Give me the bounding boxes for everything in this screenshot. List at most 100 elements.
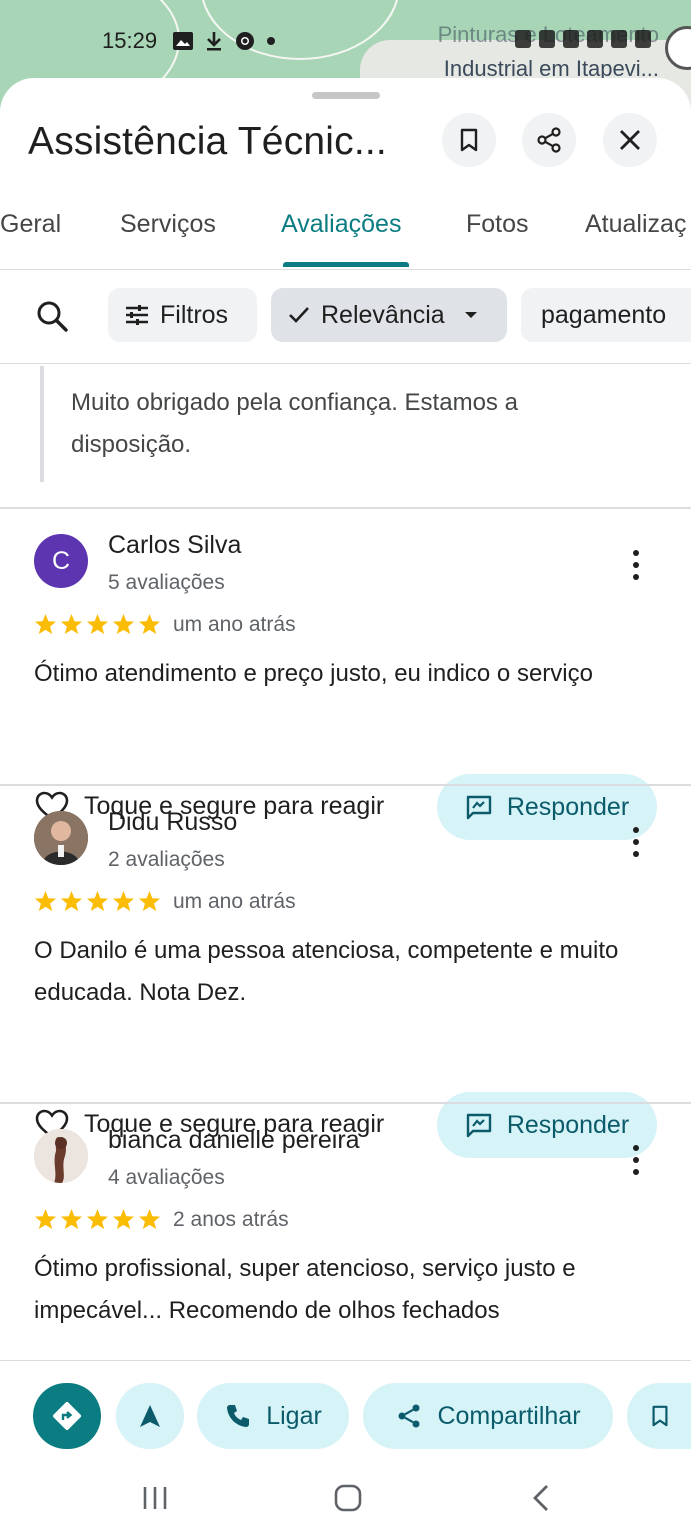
directions-icon: [52, 1401, 82, 1431]
system-status-icons: [515, 30, 651, 48]
sheet-drag-handle[interactable]: [312, 92, 380, 99]
dot-icon: [267, 37, 275, 45]
reviewer-name[interactable]: bianca danielle pereira: [108, 1126, 360, 1155]
bookmark-icon: [652, 1405, 668, 1427]
close-button[interactable]: [603, 113, 657, 167]
share-icon: [537, 127, 561, 153]
directions-button[interactable]: [33, 1383, 101, 1449]
star-icon: [86, 890, 109, 912]
signal-icon: [611, 30, 627, 48]
battery-icon: [635, 30, 651, 48]
image-icon: [173, 32, 193, 50]
more-options-icon[interactable]: [622, 547, 650, 583]
payment-chip-label: pagamento: [541, 300, 667, 329]
review-date: um ano atrás: [173, 890, 296, 913]
review-filter-bar: Filtros Relevância pagamento: [0, 270, 691, 364]
owner-reply-text: Muito obrigado pela confiança. Estamos a…: [71, 389, 518, 458]
star-icon: [86, 613, 109, 635]
star-icon: [112, 890, 135, 912]
tune-icon: [126, 305, 148, 325]
place-sheet: Assistência Técnic... Geral Serviços Ava…: [0, 78, 691, 1536]
active-tab-indicator: [283, 262, 409, 267]
star-icon: [60, 890, 83, 912]
avatar-letter: C: [51, 546, 71, 575]
share-place-button[interactable]: Compartilhar: [363, 1383, 613, 1449]
reviewer-review-count: 2 avaliações: [108, 848, 225, 871]
owner-reply-bar: [40, 366, 44, 482]
reviewer-review-count: 5 avaliações: [108, 571, 225, 594]
review-date: 2 anos atrás: [173, 1208, 289, 1231]
phone-icon: [227, 1405, 250, 1427]
status-time: 15:29: [102, 28, 158, 53]
close-icon: [620, 130, 640, 150]
share-button[interactable]: [522, 113, 576, 167]
call-label: Ligar: [266, 1401, 322, 1430]
search-icon: [37, 301, 68, 332]
share-icon: [398, 1404, 420, 1428]
place-title: Assistência Técnic...: [28, 120, 387, 163]
back-icon[interactable]: [530, 1483, 552, 1513]
status-notification-icons: [172, 30, 276, 52]
system-nav-bar: [0, 1470, 691, 1536]
bookmark-icon: [460, 128, 478, 152]
star-icon: [60, 613, 83, 635]
reviewer-name[interactable]: Carlos Silva: [108, 531, 241, 560]
start-navigation-button[interactable]: [116, 1383, 184, 1449]
tab-geral[interactable]: Geral: [0, 210, 61, 239]
star-icon: [138, 890, 161, 912]
chrome-icon: [236, 32, 254, 50]
share-label: Compartilhar: [437, 1401, 581, 1430]
review-card: Didu Russo 2 avaliações um ano atrás O D…: [0, 784, 691, 1158]
star-rating: [34, 613, 161, 635]
tab-avaliacoes[interactable]: Avaliações: [281, 210, 401, 239]
tab-atualizacoes[interactable]: Atualizaç: [585, 210, 686, 239]
alarm-icon: [515, 30, 531, 48]
reviewer-name[interactable]: Didu Russo: [108, 808, 237, 837]
avatar[interactable]: [34, 1129, 88, 1183]
star-icon: [34, 1208, 57, 1230]
avatar-photo: [34, 1129, 88, 1183]
save-button[interactable]: [442, 113, 496, 167]
dropdown-arrow-icon: [464, 312, 477, 318]
review-card: bianca danielle pereira 4 avaliações 2 a…: [0, 1102, 691, 1402]
navigate-icon: [140, 1405, 160, 1427]
avatar[interactable]: C: [34, 534, 88, 588]
review-text[interactable]: Ótimo atendimento e preço justo, eu indi…: [34, 653, 664, 695]
star-rating: [34, 890, 161, 912]
more-options-icon[interactable]: [622, 1142, 650, 1178]
more-options-icon[interactable]: [622, 824, 650, 860]
star-icon: [112, 1208, 135, 1230]
recent-apps-icon[interactable]: [141, 1484, 169, 1512]
review-text[interactable]: Ótimo profissional, super atencioso, ser…: [34, 1248, 654, 1332]
star-icon: [138, 1208, 161, 1230]
tab-bar: Geral Serviços Avaliações Fotos Atualiza…: [0, 198, 691, 270]
avatar-photo: [34, 811, 88, 865]
filters-chip[interactable]: Filtros: [108, 288, 257, 342]
tab-fotos[interactable]: Fotos: [466, 210, 529, 239]
payment-topic-chip[interactable]: pagamento: [521, 288, 691, 342]
tab-servicos[interactable]: Serviços: [120, 210, 216, 239]
search-reviews-button[interactable]: [34, 298, 72, 336]
download-icon: [207, 32, 221, 51]
check-icon: [289, 307, 309, 323]
place-action-bar: Ligar Compartilhar: [0, 1360, 691, 1470]
review-text[interactable]: O Danilo é uma pessoa atenciosa, compete…: [34, 930, 624, 1014]
star-icon: [138, 613, 161, 635]
sort-relevance-chip[interactable]: Relevância: [271, 288, 507, 342]
avatar[interactable]: [34, 811, 88, 865]
star-icon: [112, 613, 135, 635]
review-date: um ano atrás: [173, 613, 296, 636]
status-bar: 15:29: [0, 24, 691, 60]
filters-chip-label: Filtros: [160, 300, 229, 329]
sort-chip-label: Relevância: [321, 300, 445, 329]
star-icon: [60, 1208, 83, 1230]
review-card: C Carlos Silva 5 avaliações um ano atrás…: [0, 507, 691, 840]
home-icon[interactable]: [333, 1483, 363, 1513]
reviewer-review-count: 4 avaliações: [108, 1166, 225, 1189]
save-place-button[interactable]: [627, 1383, 691, 1449]
wifi-icon: [587, 30, 603, 48]
mute-icon: [539, 30, 555, 48]
location-icon: [563, 30, 579, 48]
call-button[interactable]: Ligar: [197, 1383, 349, 1449]
star-icon: [34, 890, 57, 912]
